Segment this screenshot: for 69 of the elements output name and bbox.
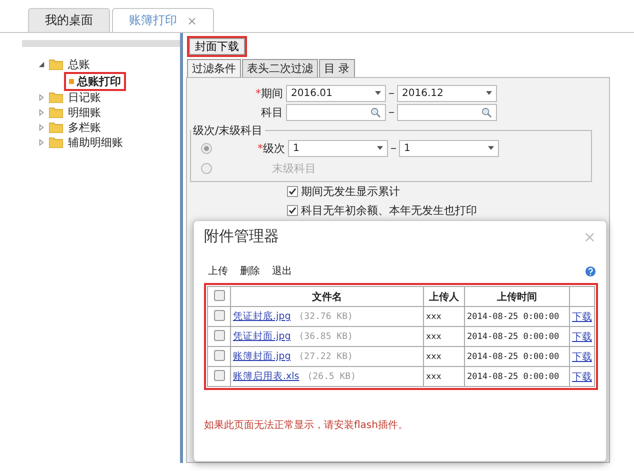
checkbox-label: 科目无年初余额、本年无发生也打印 (301, 203, 477, 218)
file-link[interactable]: 账簿启用表.xls (233, 371, 300, 382)
caret-icon[interactable] (377, 146, 383, 150)
option-label: 末级科目 (271, 160, 317, 176)
file-link[interactable]: 凭证封底.jpg (233, 311, 291, 322)
checkbox[interactable] (214, 350, 224, 360)
toolbar-button[interactable]: 退出 (272, 264, 292, 278)
file-link[interactable]: 账簿封面.jpg (233, 351, 291, 362)
checkbox[interactable] (214, 290, 224, 300)
table-cell: xxx (424, 366, 464, 386)
folder-icon (49, 59, 63, 70)
file-link[interactable]: 凭证封面.jpg (233, 331, 291, 342)
tree-item[interactable]: 总账打印 (64, 72, 126, 90)
subject-label: 科目 (261, 106, 283, 118)
level-label: 级次 (263, 142, 285, 154)
dialog-title: 附件管理器 (204, 227, 279, 246)
column-header: 文件名 (230, 286, 424, 306)
cover-download-button[interactable]: 封面下载 (187, 36, 247, 57)
caret-icon[interactable] (375, 91, 381, 95)
period-from-dropdown[interactable]: 2016.01 (286, 84, 386, 102)
table-cell: 2014-08-25 0:00:00 (464, 326, 570, 346)
radio-button[interactable] (201, 162, 212, 174)
folder-icon (49, 107, 63, 118)
tab[interactable]: 过滤条件 (187, 59, 241, 77)
caret-icon[interactable] (486, 91, 492, 95)
folder-icon (49, 122, 63, 133)
tree-item[interactable]: 总账 (65, 55, 93, 74)
file-size: (27.22 KB) (298, 352, 353, 362)
tab[interactable]: 表头二次过滤 (242, 59, 318, 77)
file-size: (32.76 KB) (298, 312, 353, 322)
required-mark: * (256, 86, 261, 100)
caret-icon[interactable] (488, 146, 494, 150)
checkbox[interactable] (214, 310, 224, 320)
checkbox[interactable] (287, 186, 298, 197)
column-header: 上传时间 (464, 286, 570, 306)
group-title: 级次/末级科目 (192, 123, 264, 138)
notice-text: 如果此页面无法正常显示，请安装flash插件。 (203, 418, 409, 432)
folder-icon (49, 92, 63, 103)
tab[interactable]: 目 录 (319, 59, 354, 77)
table-cell: 2014-08-25 0:00:00 (464, 346, 570, 366)
level-from-dropdown[interactable]: 1 (288, 140, 388, 156)
toolbar-button[interactable]: 删除 (240, 264, 260, 278)
checkbox[interactable] (214, 330, 224, 340)
column-header: 上传人 (424, 286, 464, 306)
help-icon[interactable] (585, 266, 596, 276)
search-icon[interactable] (370, 106, 381, 118)
tab[interactable]: 我的桌面 (28, 8, 110, 32)
range-dash (389, 92, 394, 94)
subject-to-field[interactable] (397, 104, 497, 120)
search-icon[interactable] (481, 106, 492, 118)
folder-icon (49, 137, 63, 148)
caret-icon[interactable] (38, 61, 45, 68)
level-to-dropdown[interactable]: 1 (399, 140, 499, 156)
file-size: (26.5 KB) (307, 372, 356, 382)
required-mark: * (258, 142, 263, 154)
checkbox[interactable] (287, 205, 298, 216)
table-cell: 2014-08-25 0:00:00 (464, 366, 570, 386)
file-size: (36.85 KB) (298, 332, 353, 342)
table-cell: xxx (424, 326, 464, 346)
table-cell: xxx (424, 306, 464, 326)
period-to-dropdown[interactable]: 2016.12 (397, 84, 497, 102)
checkbox-label: 期间无发生显示累计 (301, 184, 400, 199)
period-label: 期间 (261, 86, 283, 100)
toolbar-button[interactable]: 上传 (208, 264, 228, 278)
table-cell: xxx (424, 346, 464, 366)
radio-button[interactable] (201, 142, 212, 154)
checkbox[interactable] (214, 370, 224, 380)
subject-from-field[interactable] (286, 104, 386, 120)
table-cell: 2014-08-25 0:00:00 (464, 306, 570, 326)
